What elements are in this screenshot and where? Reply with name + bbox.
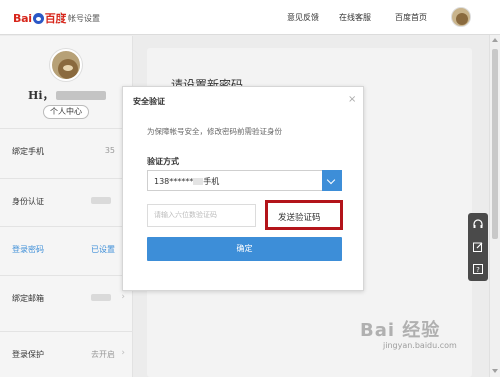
chevron-right-icon: › [121,348,125,358]
sidebar-item-bind-phone[interactable]: 绑定手机 35 › [0,128,133,174]
verification-method-label: 验证方式 [147,157,179,166]
send-code-button[interactable]: 发送验证码 [265,200,343,230]
chevron-down-icon[interactable] [322,170,342,191]
dialog-title: 安全验证 [133,97,165,106]
phone-masked [193,178,204,185]
user-avatar[interactable] [451,7,471,27]
header-subtitle: 帐号设置 [68,14,100,23]
logo-text-right: 百度 [44,12,67,25]
verification-method-select[interactable]: 138****** 手机 [147,170,342,191]
phone-suffix: 手机 [203,177,220,186]
account-sidebar: Hi， 个人中心 绑定手机 35 › 身份认证 › 登录密码 已设置 › 绑定邮… [0,36,133,377]
nav-baidu-home[interactable]: 百度首页 [395,12,427,23]
sidebar-item-login-password[interactable]: 登录密码 已设置 › [0,226,133,272]
help-icon[interactable]: ? [472,263,484,275]
sidebar-item-login-protection[interactable]: 登录保护 去开启 › [0,331,133,377]
confirm-button[interactable]: 确定 [147,237,342,261]
dialog-header: 安全验证 × [123,87,363,113]
paw-icon [32,13,44,24]
nav-feedback[interactable]: 意见反馈 [287,12,319,23]
select-value: 138****** 手机 [154,176,219,187]
top-header: Bai 百度 帐号设置 意见反馈 在线客服 百度首页 [0,0,500,35]
greeting-text: Hi， [28,89,54,102]
scrollbar-thumb[interactable] [492,49,498,239]
greeting: Hi， [28,87,106,103]
baidu-logo[interactable]: Bai 百度 [13,10,66,26]
chevron-right-icon: › [121,292,125,302]
sidebar-item-value: 35 [104,146,115,155]
vertical-scrollbar[interactable] [489,35,500,377]
watermark-logo: Bai 经验 [360,320,441,341]
security-verification-dialog: 安全验证 × 为保障帐号安全，修改密码前需验证身份 验证方式 138******… [122,86,364,291]
sidebar-item-label: 绑定邮箱 [12,294,44,303]
phone-prefix: 138****** [154,177,194,186]
sidebar-item-bind-email[interactable]: 绑定邮箱 › [0,275,133,321]
sidebar-item-value: 已设置 [91,245,115,254]
send-code-label: 发送验证码 [278,213,321,223]
sidebar-item-value-masked [91,197,111,204]
header-divider [60,13,61,23]
profile-avatar[interactable] [50,49,82,81]
svg-text:?: ? [476,266,480,274]
verification-code-input[interactable]: 请输入六位数验证码 [147,204,256,227]
username-masked [55,91,106,100]
logo-text-left: Bai [13,12,32,25]
nav-online-service[interactable]: 在线客服 [339,12,371,23]
sidebar-item-label: 登录保护 [12,350,44,359]
sidebar-item-value-masked [91,294,111,301]
dialog-description: 为保障帐号安全，修改密码前需验证身份 [147,127,282,136]
sidebar-item-label: 绑定手机 [12,147,44,156]
scroll-up-arrow-icon[interactable] [492,38,498,42]
sidebar-item-label: 登录密码 [12,245,44,254]
close-icon[interactable]: × [348,94,356,105]
floating-toolbar: ? [468,213,488,281]
edit-icon[interactable] [472,241,484,253]
sidebar-item-label: 身份认证 [12,197,44,206]
personal-center-button[interactable]: 个人中心 [43,105,89,119]
scroll-down-arrow-icon[interactable] [492,369,498,373]
sidebar-item-value: 去开启 [91,350,115,359]
headset-icon[interactable] [472,219,484,231]
sidebar-item-identity[interactable]: 身份认证 › [0,178,133,224]
watermark-url: jingyan.baidu.com [383,341,457,350]
